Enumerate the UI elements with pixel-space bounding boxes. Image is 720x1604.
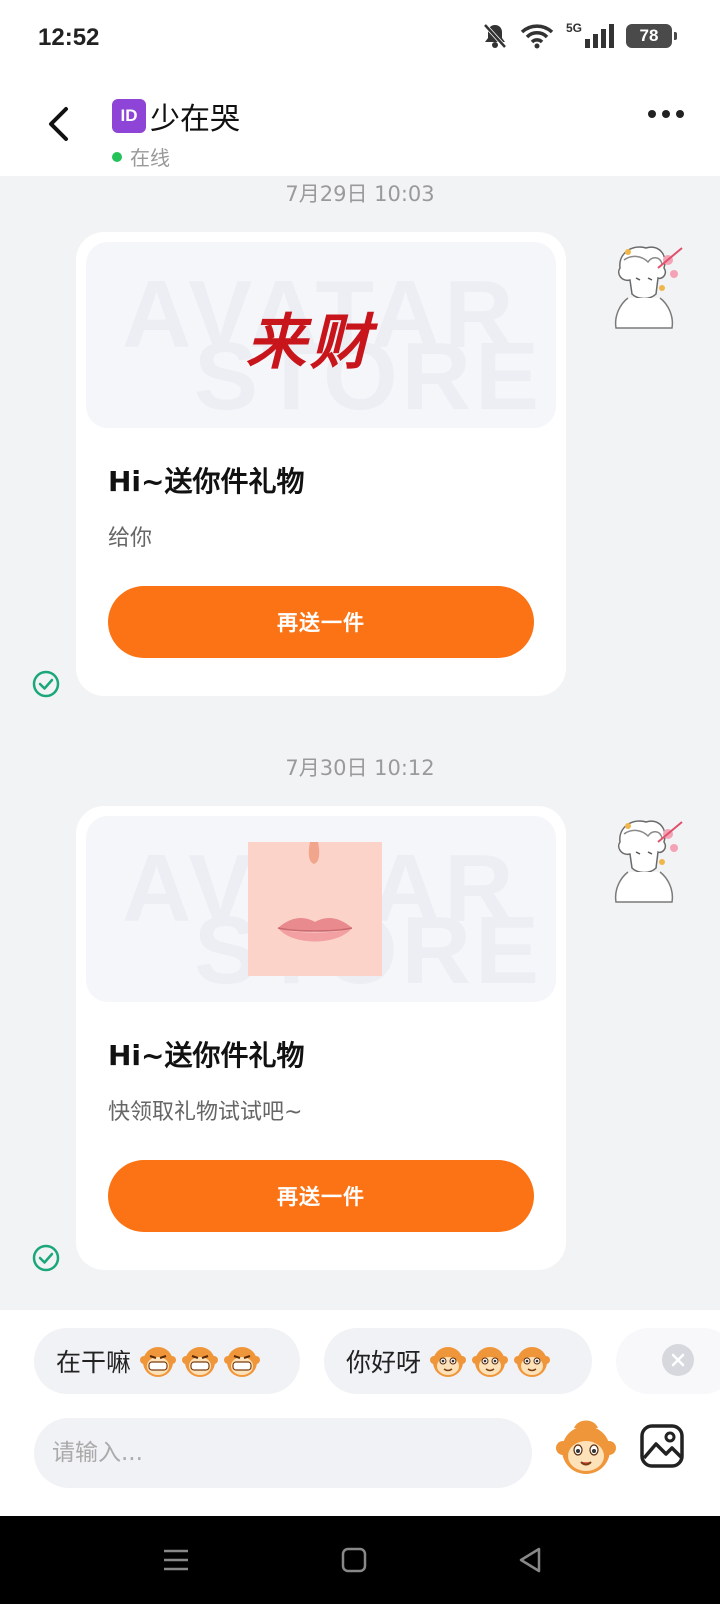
back-triangle-icon	[519, 1547, 541, 1573]
gift-banner: AVATAR STORE 来财	[86, 242, 556, 428]
quick-reply-text: 你好呀	[346, 1348, 422, 1377]
avatar[interactable]	[598, 812, 690, 904]
gift-art-text: 来财	[246, 308, 374, 378]
id-badge-icon: ID	[112, 99, 146, 133]
gift-card[interactable]: AVATAR STORE 来财 Hi~送你件礼物 给你 再送一件	[76, 232, 566, 696]
bell-muted-icon	[483, 23, 507, 49]
image-picker-icon[interactable]	[638, 1422, 686, 1470]
network-type-label: 5G	[565, 21, 582, 35]
quick-reply-text: 在干嘛	[56, 1348, 132, 1377]
monkey-emoji-icon	[514, 1347, 551, 1377]
wifi-icon	[520, 24, 554, 49]
contact-name: 少在哭	[150, 102, 240, 137]
monkey-emoji-icon	[182, 1347, 219, 1377]
online-status: 在线	[112, 142, 240, 171]
quick-reply-chip[interactable]: 你好呀	[324, 1328, 592, 1394]
menu-button[interactable]	[158, 1542, 194, 1578]
timestamp: 7月29日 10:03	[285, 182, 435, 206]
sent-check-icon	[32, 1244, 60, 1272]
chat-header: ID 少在哭 在线	[0, 80, 720, 176]
quick-reply-bar: 在干嘛 你好呀	[0, 1310, 720, 1402]
battery-level: 78	[639, 26, 659, 45]
gift-card[interactable]: AVATAR STORE Hi~送你件礼物 快领取礼物试试吧~ 再送一件	[76, 806, 566, 1270]
more-dots-icon[interactable]	[648, 110, 684, 118]
contact-info[interactable]: ID 少在哭 在线	[112, 94, 240, 171]
status-icons: 5G 78	[482, 21, 677, 50]
home-icon	[341, 1547, 367, 1573]
monkey-emoji-button-icon[interactable]	[554, 1416, 618, 1480]
monkey-emoji-icon	[224, 1347, 261, 1377]
avatar[interactable]	[598, 238, 690, 330]
gift-title: Hi~送你件礼物	[108, 1039, 305, 1072]
status-time: 12:52	[38, 24, 100, 51]
monkey-emoji-icon	[430, 1347, 467, 1377]
menu-icon	[164, 1549, 188, 1571]
monkey-emoji-icon	[140, 1347, 177, 1377]
online-dot-icon	[112, 151, 122, 162]
status-bar: 12:52 5G 78	[0, 0, 720, 80]
timestamp: 7月30日 10:12	[285, 756, 435, 780]
system-nav-bar	[0, 1516, 720, 1604]
sent-check-icon	[32, 670, 60, 698]
input-bar	[0, 1402, 720, 1516]
home-button[interactable]	[336, 1542, 372, 1578]
gift-banner: AVATAR STORE	[86, 816, 556, 1002]
chevron-left-icon	[49, 107, 68, 141]
gift-title: Hi~送你件礼物	[108, 465, 305, 498]
gift-subtitle: 给你	[108, 526, 153, 551]
message-input[interactable]	[34, 1418, 532, 1488]
signal-icon	[585, 24, 614, 48]
close-quick-replies-button[interactable]	[662, 1344, 694, 1376]
battery-icon: 78	[626, 24, 677, 48]
system-back-button[interactable]	[512, 1542, 548, 1578]
back-button[interactable]	[36, 102, 80, 146]
gift-subtitle: 快领取礼物试试吧~	[108, 1100, 303, 1125]
monkey-emoji-icon	[472, 1347, 509, 1377]
quick-reply-chip[interactable]: 在干嘛	[34, 1328, 300, 1394]
online-status-text: 在线	[130, 146, 170, 170]
gift-lips-image	[248, 842, 382, 976]
close-icon	[671, 1353, 685, 1367]
send-again-button[interactable]: 再送一件	[108, 1160, 534, 1232]
send-again-button[interactable]: 再送一件	[108, 586, 534, 658]
